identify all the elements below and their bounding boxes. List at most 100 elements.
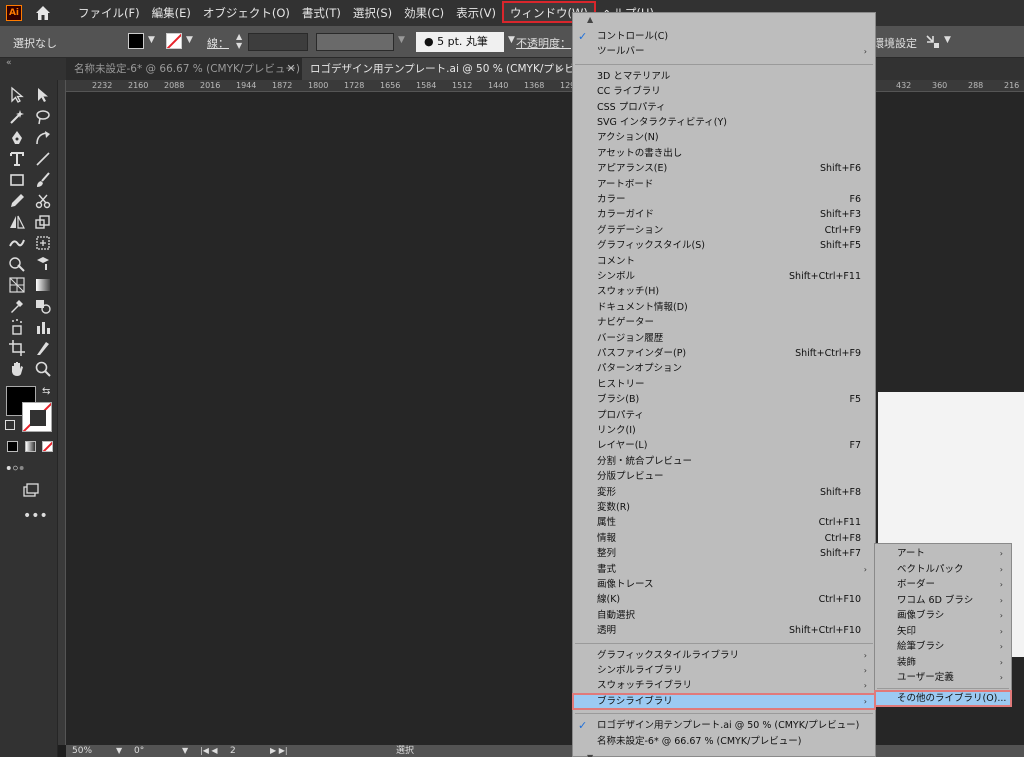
window-menu-item[interactable]: ブラシライブラリ › <box>572 692 876 710</box>
window-menu-item[interactable]: 名称未設定-6* @ 66.67 % (CMYK/プレビュー) <box>573 734 875 749</box>
window-menu-item[interactable]: 属性 Ctrl+F11 <box>573 515 875 530</box>
window-menu-item[interactable]: 整列 Shift+F7 <box>573 546 875 561</box>
opacity-label[interactable]: 不透明度： <box>516 35 571 51</box>
line-tool-icon[interactable] <box>34 150 52 168</box>
close-icon[interactable]: ✕ <box>551 58 567 80</box>
stroke-color-box[interactable] <box>22 402 52 432</box>
gradient-mode-icon[interactable] <box>25 441 36 452</box>
menu-6[interactable]: 表示(V) <box>450 0 502 26</box>
window-menu-item[interactable]: CSS プロパティ <box>573 100 875 115</box>
menu-1[interactable]: 編集(E) <box>146 0 197 26</box>
window-menu-item[interactable]: シンボル Shift+Ctrl+F11 <box>573 269 875 284</box>
window-menu-item[interactable]: 線(K) Ctrl+F10 <box>573 592 875 607</box>
warp-tool-icon[interactable] <box>8 234 26 252</box>
arrange-icon[interactable] <box>924 33 942 51</box>
fill-swatch[interactable] <box>128 33 144 49</box>
artboard-tool-icon[interactable] <box>8 339 26 357</box>
scale-tool-icon[interactable] <box>34 213 52 231</box>
first-page-icon[interactable]: |◀ ◀ <box>200 745 218 757</box>
home-icon[interactable] <box>34 4 52 22</box>
screen-mode-icon[interactable] <box>22 482 40 500</box>
window-menu-item[interactable]: ✓ コントロール(C) <box>573 29 875 44</box>
window-menu-item[interactable]: 自動選択 <box>573 608 875 623</box>
stepper-icon[interactable]: ▲ ▼ <box>236 32 246 50</box>
chevron-down-icon[interactable]: ▼ <box>186 35 196 45</box>
brush-library-item[interactable]: アート › <box>875 546 1011 562</box>
window-menu-item[interactable]: パターンオプション <box>573 361 875 376</box>
window-menu-item[interactable]: 分割・統合プレビュー <box>573 454 875 469</box>
zoom-level[interactable]: 50% <box>72 745 92 757</box>
menu-5[interactable]: 効果(C) <box>398 0 450 26</box>
brush-definition[interactable]: ● 5 pt. 丸筆 <box>416 32 504 52</box>
window-menu-item[interactable]: 書式 › <box>573 562 875 577</box>
window-menu-item[interactable]: ブラシ(B) F5 <box>573 392 875 407</box>
variable-width-profile[interactable] <box>316 33 394 51</box>
window-menu-item[interactable]: SVG インタラクティビティ(Y) <box>573 115 875 130</box>
chevron-down-icon[interactable]: ▼ <box>116 745 122 757</box>
direct-selection-tool-icon[interactable] <box>34 86 52 104</box>
window-menu-item[interactable]: シンボルライブラリ › <box>573 663 875 678</box>
window-menu-item[interactable]: アセットの書き出し <box>573 146 875 161</box>
brush-library-item[interactable]: ボーダー › <box>875 577 1011 593</box>
blend-tool-icon[interactable] <box>34 297 52 315</box>
window-menu-item[interactable]: カラー F6 <box>573 192 875 207</box>
gradient-tool-icon[interactable] <box>34 276 52 294</box>
pencil-tool-icon[interactable] <box>8 192 26 210</box>
preferences-button[interactable]: 環境設定 <box>873 35 917 51</box>
window-menu-item[interactable]: 画像トレース <box>573 577 875 592</box>
window-menu-item[interactable]: CC ライブラリ <box>573 84 875 99</box>
window-menu-item[interactable]: ナビゲーター <box>573 315 875 330</box>
window-menu-item[interactable]: スウォッチライブラリ › <box>573 678 875 693</box>
reflect-tool-icon[interactable] <box>8 213 26 231</box>
window-menu-item[interactable]: カラーガイド Shift+F3 <box>573 207 875 222</box>
chevron-down-icon[interactable]: ▼ <box>944 35 954 45</box>
menu-2[interactable]: オブジェクト(O) <box>197 0 296 26</box>
window-menu-item[interactable]: リンク(I) <box>573 423 875 438</box>
eyedropper-icon[interactable] <box>8 297 26 315</box>
menu-4[interactable]: 選択(S) <box>347 0 398 26</box>
symbol-sprayer-icon[interactable] <box>8 318 26 336</box>
brush-library-item[interactable]: 装飾 › <box>875 655 1011 671</box>
window-menu-item[interactable]: アピアランス(E) Shift+F6 <box>573 161 875 176</box>
window-menu-item[interactable]: ツールバー › <box>573 44 875 59</box>
window-menu-item[interactable]: コメント <box>573 254 875 269</box>
window-menu-item[interactable]: 3D とマテリアル <box>573 69 875 84</box>
window-menu-item[interactable]: プロパティ <box>573 408 875 423</box>
brush-library-item[interactable]: ワコム 6D ブラシ › <box>875 593 1011 609</box>
swap-colors-icon[interactable]: ⇆ <box>42 386 50 397</box>
brush-library-item[interactable]: その他のライブラリ(O)... <box>874 689 1012 707</box>
brush-library-item[interactable]: 絵筆ブラシ › <box>875 639 1011 655</box>
page-number[interactable]: 2 <box>230 745 236 757</box>
tab-logo-template[interactable]: ロゴデザイン用テンプレート.ai @ 50 % (CMYK/プレビュー) <box>302 58 600 80</box>
curvature-tool-icon[interactable] <box>34 129 52 147</box>
rectangle-tool-icon[interactable] <box>8 171 26 189</box>
brush-library-item[interactable]: ユーザー定義 › <box>875 670 1011 686</box>
tab-untitled-6[interactable]: 名称未設定-6* @ 66.67 % (CMYK/プレビュー) <box>66 58 302 80</box>
window-menu-item[interactable]: ✓ ロゴデザイン用テンプレート.ai @ 50 % (CMYK/プレビュー) <box>573 718 875 733</box>
stroke-weight-input[interactable] <box>248 33 308 51</box>
none-mode-icon[interactable] <box>42 441 53 452</box>
scissors-icon[interactable] <box>34 192 52 210</box>
window-menu-item[interactable]: 変形 Shift+F8 <box>573 485 875 500</box>
menu-3[interactable]: 書式(T) <box>296 0 347 26</box>
chevron-down-icon[interactable]: ▼ <box>398 35 408 45</box>
window-menu-item[interactable]: パスファインダー(P) Shift+Ctrl+F9 <box>573 346 875 361</box>
window-menu-item[interactable]: グラフィックスタイルライブラリ › <box>573 648 875 663</box>
window-menu-item[interactable]: 分版プレビュー <box>573 469 875 484</box>
chevron-down-icon[interactable]: ▼ <box>182 745 188 757</box>
drawing-modes-icon[interactable] <box>6 459 52 477</box>
hand-tool-icon[interactable] <box>8 360 26 378</box>
collapse-icon[interactable]: « <box>6 58 12 68</box>
pen-tool-icon[interactable] <box>8 129 26 147</box>
selection-tool-icon[interactable] <box>8 86 26 104</box>
lasso-icon[interactable] <box>34 108 52 126</box>
brush-library-item[interactable]: ベクトルパック › <box>875 562 1011 578</box>
window-menu-item[interactable]: 情報 Ctrl+F8 <box>573 531 875 546</box>
window-menu-item[interactable]: グラフィックスタイル(S) Shift+F5 <box>573 238 875 253</box>
column-graph-icon[interactable] <box>34 318 52 336</box>
live-paint-icon[interactable] <box>34 255 52 273</box>
scroll-down-icon[interactable]: ▼ <box>587 753 593 757</box>
stroke-swatch[interactable] <box>166 33 182 49</box>
window-menu-item[interactable]: グラデーション Ctrl+F9 <box>573 223 875 238</box>
free-transform-icon[interactable] <box>34 234 52 252</box>
